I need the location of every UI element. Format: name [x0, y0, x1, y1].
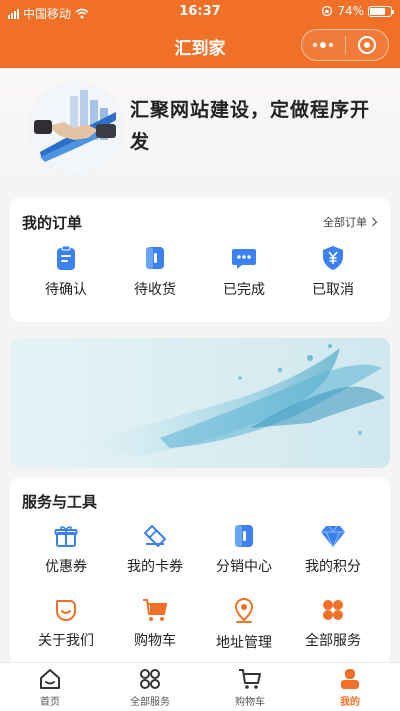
tool-all-services[interactable]: 全部服务 [288, 598, 378, 650]
tool-distribution[interactable]: 分销中心 [199, 524, 289, 576]
tab-home[interactable]: 首页 [0, 663, 100, 711]
user-icon [341, 669, 359, 689]
order-pending-receive[interactable]: 待收货 [110, 245, 200, 299]
water-splash-image [70, 344, 385, 456]
tab-label: 首页 [40, 697, 60, 708]
tool-item-label: 我的积分 [305, 559, 361, 575]
order-cancelled[interactable]: 已取消 [288, 245, 378, 299]
smile-icon [56, 600, 76, 621]
all-orders-link[interactable]: 全部订单 [323, 214, 378, 230]
chat-bubble-icon [232, 249, 256, 269]
app-header: 中国移动 16:37 74% 汇到家 [0, 0, 400, 68]
gift-icon [54, 526, 78, 547]
tool-item-label: 关于我们 [38, 633, 94, 649]
promo-banner[interactable] [10, 338, 390, 468]
battery-percent: 74% [337, 4, 364, 18]
tool-my-cards[interactable]: 我的卡券 [110, 524, 200, 576]
distribution-icon [235, 525, 253, 547]
order-completed[interactable]: 已完成 [199, 245, 289, 299]
tool-item-label: 购物车 [134, 633, 176, 649]
order-item-label: 待确认 [45, 282, 87, 298]
more-button[interactable] [302, 30, 345, 60]
tool-item-label: 优惠券 [45, 559, 87, 575]
package-icon [146, 247, 164, 269]
tab-all-services[interactable]: 全部服务 [100, 663, 200, 711]
home-icon [40, 669, 60, 689]
clipboard-icon [57, 245, 75, 270]
bottom-tab-bar: 首页 全部服务 购物车 我的 [0, 662, 400, 711]
tool-item-label: 地址管理 [216, 635, 272, 651]
tab-cart[interactable]: 购物车 [200, 663, 300, 711]
grid-icon [323, 600, 343, 620]
order-pending-confirm[interactable]: 待确认 [21, 245, 111, 299]
tool-item-label: 全部服务 [305, 633, 361, 649]
location-pin-icon [234, 598, 254, 623]
tools-card: 服务与工具 优惠券 我的卡券 分销中心 我的积分 关于我们 购物车 地址管理 全… [10, 477, 390, 677]
tool-address[interactable]: 地址管理 [199, 598, 289, 652]
all-orders-label: 全部订单 [323, 216, 367, 229]
tools-title: 服务与工具 [22, 493, 98, 511]
status-bar: 中国移动 16:37 74% [0, 0, 400, 24]
tab-label: 购物车 [235, 697, 265, 708]
tool-about-us[interactable]: 关于我们 [21, 598, 111, 650]
ticket-icon [144, 525, 166, 547]
cart-icon [239, 669, 261, 689]
orders-card: 我的订单 全部订单 待确认 待收货 已完成 已取消 [10, 197, 390, 322]
tab-label: 我的 [340, 697, 360, 708]
chevron-right-icon [372, 217, 378, 227]
more-dots-icon [313, 42, 334, 48]
profile-slogan: 汇聚网站建设，定做程序开发 [130, 99, 371, 153]
tool-coupon[interactable]: 优惠券 [21, 524, 111, 576]
diamond-icon [321, 525, 345, 548]
close-miniprogram-button[interactable] [346, 30, 389, 60]
services-icon [140, 669, 160, 689]
battery-icon [368, 5, 394, 17]
handshake-image [30, 82, 122, 174]
tool-cart[interactable]: 购物车 [110, 598, 200, 650]
avatar[interactable] [30, 82, 122, 174]
mini-program-capsule [301, 29, 389, 61]
target-icon [357, 36, 376, 54]
tab-mine[interactable]: 我的 [300, 663, 400, 711]
cart-icon [143, 599, 167, 621]
order-item-label: 已完成 [223, 282, 265, 298]
profile-section: 汇聚网站建设，定做程序开发 [0, 68, 400, 193]
tool-item-label: 我的卡券 [127, 559, 183, 575]
orders-title: 我的订单 [22, 214, 83, 232]
tab-label: 全部服务 [130, 697, 170, 708]
order-item-label: 待收货 [134, 282, 176, 298]
tool-points[interactable]: 我的积分 [288, 524, 378, 576]
order-item-label: 已取消 [312, 282, 354, 298]
yen-shield-icon [323, 246, 343, 270]
tool-item-label: 分销中心 [216, 559, 272, 575]
orientation-lock-icon [322, 5, 333, 17]
